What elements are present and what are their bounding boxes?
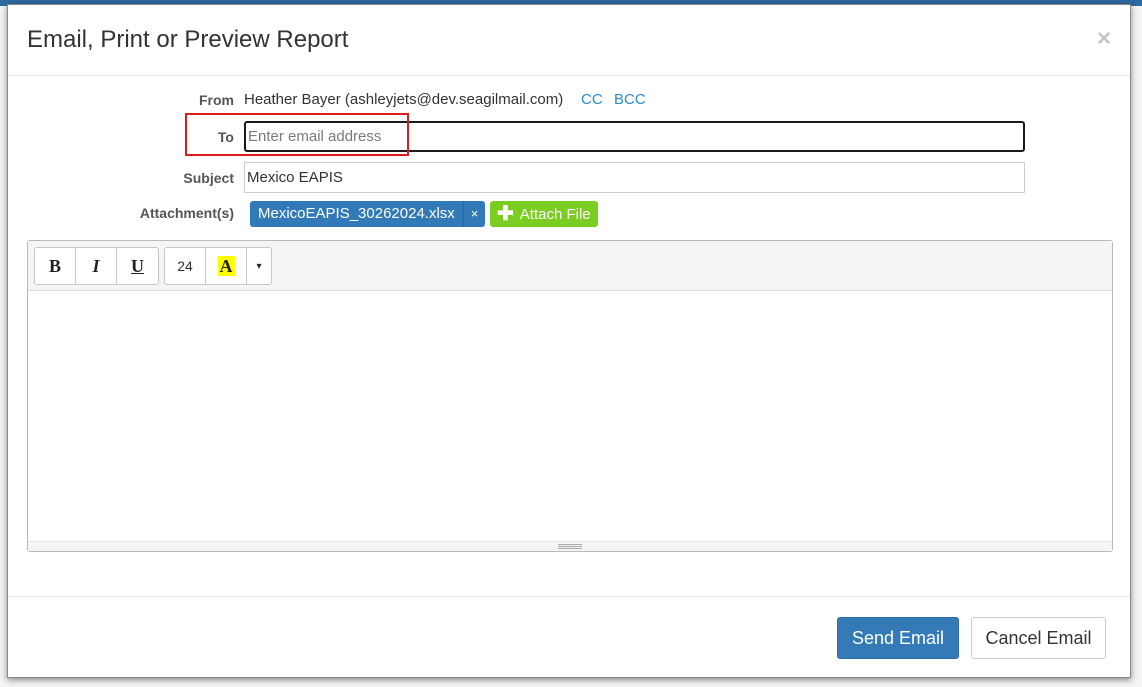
dialog-header: Email, Print or Preview Report × [8, 5, 1130, 76]
cancel-email-button[interactable]: Cancel Email [971, 617, 1106, 659]
subject-label: Subject [183, 170, 234, 186]
attachment-tag: MexicoEAPIS_30262024.xlsx × [250, 201, 486, 227]
message-body[interactable] [28, 291, 1112, 541]
text-style-button-group: B I U [34, 247, 159, 285]
font-size-button[interactable]: 24 [165, 248, 206, 284]
editor-toolbar: B I U 24 A ▾ [28, 241, 1112, 291]
from-value: Heather Bayer (ashleyjets@dev.seagilmail… [244, 91, 564, 108]
underline-button[interactable]: U [117, 248, 158, 284]
close-icon[interactable]: × [1097, 27, 1111, 51]
text-color-button[interactable]: A [206, 248, 247, 284]
chevron-down-icon[interactable]: ▾ [247, 248, 271, 284]
plus-icon: ✚ [497, 203, 514, 225]
send-email-button[interactable]: Send Email [837, 617, 959, 659]
from-label: From [199, 92, 234, 108]
to-label: To [217, 129, 234, 145]
attach-file-label: Attach File [519, 205, 591, 223]
attachment-filename[interactable]: MexicoEAPIS_30262024.xlsx [250, 201, 463, 227]
cc-link[interactable]: CC [581, 91, 603, 108]
message-editor: B I U 24 A ▾ [27, 240, 1113, 552]
attach-file-button[interactable]: ✚ Attach File [490, 201, 598, 227]
font-button-group: 24 A ▾ [164, 247, 272, 285]
email-report-dialog: Email, Print or Preview Report × From He… [7, 4, 1131, 678]
dialog-footer: Send Email Cancel Email [8, 596, 1130, 677]
to-email-input[interactable] [244, 121, 1025, 152]
subject-input[interactable] [244, 162, 1025, 193]
text-color-icon: A [217, 256, 235, 276]
editor-resize-handle[interactable] [28, 541, 1112, 551]
remove-attachment-icon[interactable]: × [462, 201, 486, 227]
resize-grip-icon [558, 544, 582, 549]
dialog-title: Email, Print or Preview Report [27, 26, 349, 53]
bold-button[interactable]: B [35, 248, 76, 284]
bcc-link[interactable]: BCC [614, 91, 646, 108]
attachments-label: Attachment(s) [139, 205, 234, 221]
italic-button[interactable]: I [76, 248, 117, 284]
